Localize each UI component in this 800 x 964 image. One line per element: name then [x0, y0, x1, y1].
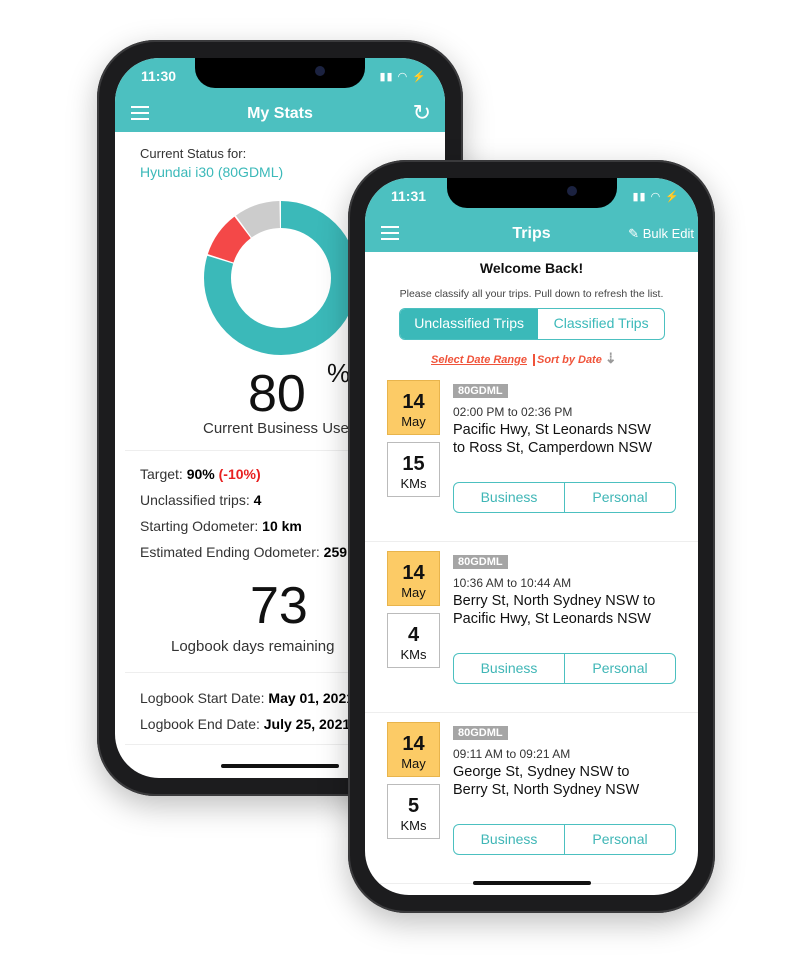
end-odo-label: Estimated Ending Odometer: — [140, 544, 320, 560]
personal-button[interactable]: Personal — [564, 483, 675, 512]
personal-button[interactable]: Personal — [564, 825, 675, 854]
business-donut-chart — [204, 201, 358, 355]
status-icons: ▮▮ ◠ ⚡ — [632, 191, 680, 203]
trip-route-line1: Pacific Hwy, St Leonards NSW — [453, 422, 651, 438]
trip-time: 02:00 PM to 02:36 PM — [453, 405, 573, 419]
trip-time: 10:36 AM to 10:44 AM — [453, 576, 572, 590]
bulk-edit-button[interactable]: ✎ Bulk Edit — [628, 226, 694, 242]
trip-route-line2: to Ross St, Camperdown NSW — [453, 440, 653, 456]
trip-route-line2: Pacific Hwy, St Leonards NSW — [453, 611, 651, 627]
end-date-label: Logbook End Date: — [140, 716, 260, 732]
unclassified-row: Unclassified trips: 4 — [140, 492, 261, 508]
home-indicator[interactable] — [221, 764, 339, 768]
home-indicator[interactable] — [472, 881, 591, 885]
trip-time: 09:11 AM to 09:21 AM — [453, 747, 571, 761]
days-remaining: 73 — [250, 577, 308, 635]
status-time: 11:30 — [141, 68, 177, 84]
target-diff: (-10%) — [218, 466, 261, 482]
trip-date-badge: 14 May — [387, 551, 440, 606]
vehicle-name[interactable]: Hyundai i30 (80GDML) — [140, 164, 283, 180]
trip-month: May — [401, 756, 426, 771]
trip-distance-badge: 5 KMs — [387, 784, 440, 839]
trip-tabs: Unclassified Trips Classified Trips — [399, 308, 665, 340]
notch — [446, 178, 617, 208]
trip-card[interactable]: 14 May 5 KMs 80GDML 09:11 AM to 09:21 AM G… — [365, 722, 698, 882]
sort-by-date-link[interactable]: Sort by Date — [533, 354, 602, 366]
current-status-label: Current Status for: — [140, 146, 247, 161]
target-row: Target: 90% (-10%) — [140, 466, 261, 482]
trip-km-unit: KMs — [400, 476, 427, 491]
trip-card[interactable]: 14 May 4 KMs 80GDML 10:36 AM to 10:44 AM B… — [365, 551, 698, 711]
trip-date-badge: 14 May — [387, 380, 440, 435]
trips-phone: 11:31 ▮▮ ◠ ⚡ Trips ✎ Bulk Edit Welcome B… — [348, 160, 715, 913]
start-odo-label: Starting Odometer: — [140, 518, 259, 534]
bulk-edit-label: Bulk Edit — [642, 226, 694, 241]
divider — [365, 541, 698, 542]
status-time: 11:31 — [391, 188, 427, 204]
percent-sign: % — [327, 358, 351, 388]
start-date-label: Logbook Start Date: — [140, 690, 265, 706]
trip-month: May — [401, 414, 426, 429]
end-odo-value: 259 — [323, 544, 348, 560]
business-button[interactable]: Business — [454, 483, 564, 512]
camera — [566, 186, 577, 196]
trip-route-line1: George St, Sydney NSW to — [453, 764, 630, 780]
trip-day: 14 — [402, 733, 425, 755]
classify-buttons: Business Personal — [453, 482, 676, 513]
status-icons: ▮▮ ◠ ⚡ — [379, 71, 427, 83]
trip-month: May — [401, 585, 426, 600]
trip-km-unit: KMs — [400, 818, 427, 833]
start-odo-row: Starting Odometer: 10 km — [140, 518, 302, 534]
page-title: My Stats — [247, 105, 313, 122]
sort-descending-icon[interactable]: ⇣ — [605, 350, 617, 366]
refresh-icon[interactable]: ↻ — [413, 100, 431, 126]
trip-distance-badge: 4 KMs — [387, 613, 440, 668]
trip-date-badge: 14 May — [387, 722, 440, 777]
trip-km-unit: KMs — [400, 647, 427, 662]
unclassified-value: 4 — [253, 492, 262, 508]
start-date-value: May 01, 2021 — [268, 690, 355, 706]
business-button[interactable]: Business — [454, 825, 564, 854]
vehicle-plate-badge: 80GDML — [453, 555, 508, 569]
hint-text: Please classify all your trips. Pull dow… — [399, 288, 664, 300]
trip-card[interactable]: 14 May 15 KMs 80GDML 02:00 PM to 02:36 PM … — [365, 380, 698, 540]
trip-km: 5 — [407, 795, 420, 817]
trip-day: 14 — [402, 391, 425, 413]
notch — [195, 58, 365, 88]
select-date-range-link[interactable]: Select Date Range — [431, 354, 527, 366]
business-label: Current Business Use — [203, 420, 349, 437]
business-button[interactable]: Business — [454, 654, 564, 683]
edit-icon: ✎ — [628, 226, 640, 241]
end-date-row: Logbook End Date: July 25, 2021 — [140, 716, 350, 732]
days-label: Logbook days remaining — [171, 638, 335, 655]
start-date-row: Logbook Start Date: May 01, 2021 — [140, 690, 354, 706]
tab-unclassified[interactable]: Unclassified Trips — [400, 309, 539, 339]
trip-day: 14 — [402, 562, 425, 584]
end-date-value: July 25, 2021 — [263, 716, 351, 732]
target-value: 90% — [186, 466, 215, 482]
business-percent: 80 — [248, 365, 306, 423]
classify-buttons: Business Personal — [453, 824, 676, 855]
trips-screen: 11:31 ▮▮ ◠ ⚡ Trips ✎ Bulk Edit Welcome B… — [365, 178, 698, 895]
vehicle-plate-badge: 80GDML — [453, 726, 508, 740]
trip-km: 15 — [402, 453, 425, 475]
trip-route-line1: Berry St, North Sydney NSW to — [453, 593, 656, 609]
filter-row: Select Date Range Sort by Date ⇣ — [431, 350, 617, 367]
classify-buttons: Business Personal — [453, 653, 676, 684]
camera — [315, 66, 325, 76]
trip-distance-badge: 15 KMs — [387, 442, 440, 497]
vehicle-plate-badge: 80GDML — [453, 384, 508, 398]
tab-classified[interactable]: Classified Trips — [538, 309, 664, 339]
end-odo-row: Estimated Ending Odometer: 259 — [140, 544, 347, 560]
trip-km: 4 — [407, 624, 420, 646]
unclassified-label: Unclassified trips: — [140, 492, 250, 508]
divider — [365, 712, 698, 713]
target-label: Target: — [140, 466, 183, 482]
trip-route-line2: Berry St, North Sydney NSW — [453, 782, 640, 798]
personal-button[interactable]: Personal — [564, 654, 675, 683]
welcome-heading: Welcome Back! — [479, 260, 584, 276]
start-odo-value: 10 km — [262, 518, 302, 534]
